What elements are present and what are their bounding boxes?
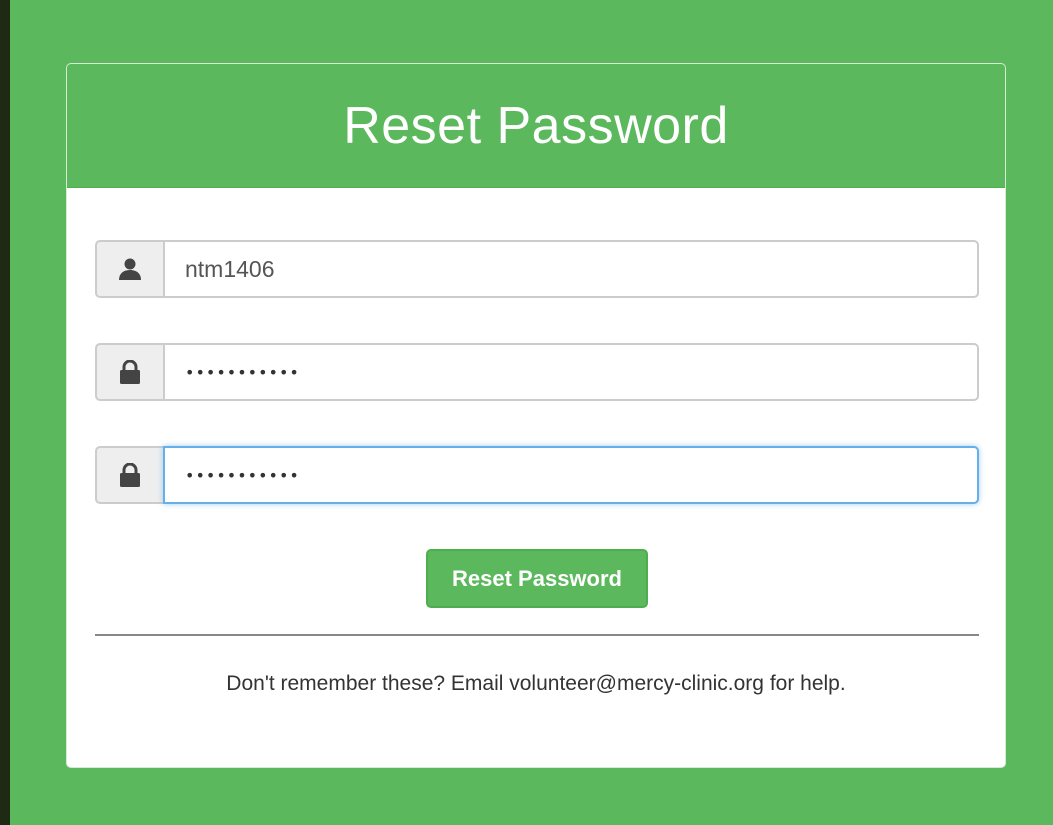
username-addon	[95, 240, 163, 298]
lock-icon	[120, 360, 140, 384]
panel-heading: Reset Password	[67, 64, 1005, 188]
reset-password-button[interactable]: Reset Password	[426, 549, 648, 608]
page-title: Reset Password	[343, 96, 729, 155]
new-password-addon	[95, 343, 163, 401]
username-field[interactable]	[163, 240, 979, 298]
user-icon	[119, 258, 141, 280]
confirm-password-input-group	[95, 446, 979, 504]
help-text: Don't remember these? Email volunteer@me…	[226, 672, 846, 695]
confirm-password-field[interactable]	[163, 446, 979, 504]
new-password-field[interactable]	[163, 343, 979, 401]
new-password-input-group	[95, 343, 979, 401]
divider	[95, 634, 979, 636]
confirm-password-addon	[95, 446, 163, 504]
username-input-group	[95, 240, 979, 298]
lock-icon	[120, 463, 140, 487]
reset-password-panel: Reset Password ntm1406 ••••••••••• •••••…	[66, 63, 1006, 768]
